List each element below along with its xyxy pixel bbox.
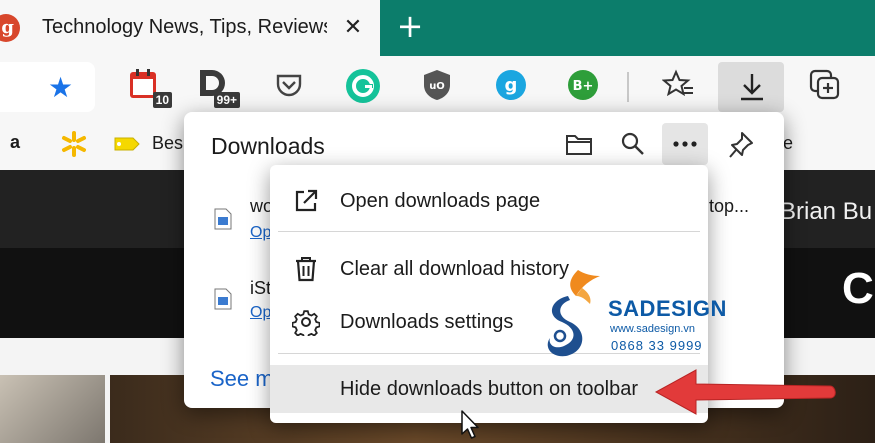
grammarly-icon[interactable] [345,68,380,103]
search-downloads-button[interactable] [610,123,656,165]
tag-icon [113,134,141,159]
star-list-icon[interactable] [661,68,696,102]
toolbar-separator [627,72,629,102]
calendar-extension-icon[interactable]: 10 [128,68,172,108]
download-arrow-icon [741,74,763,101]
d-extension-icon[interactable]: 99+ [196,68,240,108]
ublock-icon[interactable]: uO [420,68,454,102]
new-tab-button[interactable]: + [395,10,425,42]
open-folder-button[interactable] [556,123,602,165]
browser-toolbar: ★ 10 99+ uO g B+ [0,56,875,118]
see-more-link[interactable]: See m [210,366,274,392]
add-collection-icon[interactable] [808,68,842,102]
favorite-best[interactable]: Bes [152,133,183,154]
tab-strip: g Technology News, Tips, Reviews, ✕ + [0,0,875,56]
downloads-title: Downloads [211,133,325,159]
star-icon[interactable]: ★ [48,74,73,102]
menu-separator [278,231,700,232]
address-bar[interactable]: ★ [0,62,95,112]
close-tab-icon[interactable]: ✕ [340,14,366,40]
gear-icon [292,310,320,336]
menu-open-downloads-page[interactable]: Open downloads page [270,177,708,225]
pocket-icon[interactable] [272,68,306,102]
page-big-letter: C [842,264,874,313]
file-image-icon [214,288,232,310]
download-item-name-tail: top... [709,196,750,216]
active-tab[interactable]: g Technology News, Tips, Reviews, ✕ [0,0,380,56]
pin-flyout-button[interactable] [718,123,764,165]
sadesign-watermark: SADESIGN www.sadesign.vn 0868 33 9999 [538,266,726,361]
svg-text:g: g [505,75,518,96]
extension-badge: 10 [152,92,172,108]
menu-label: Clear all download history [340,258,570,280]
trash-icon [296,257,316,282]
menu-label: Hide downloads button on toolbar [340,378,638,400]
open-external-icon [295,189,318,212]
open-file-link[interactable]: Op [250,304,271,322]
file-image-icon [214,208,232,230]
page-author-text: Brian Bu [780,198,873,225]
favorite-tail[interactable]: e [783,133,793,154]
g-extension-icon[interactable]: g [494,68,528,102]
site-favicon-icon: g [0,14,20,42]
svg-text:B+: B+ [573,79,594,94]
downloads-button[interactable] [718,62,784,112]
article-thumbnail[interactable] [0,375,105,443]
annotation-arrow-icon [654,369,836,415]
menu-label: Downloads settings [340,311,514,333]
b-plus-icon[interactable]: B+ [566,68,600,102]
mouse-cursor-icon [461,410,479,439]
menu-hide-downloads-button[interactable]: Hide downloads button on toolbar [270,365,708,413]
svg-text:uO: uO [429,81,445,92]
folder-icon [566,135,592,155]
more-options-button[interactable] [662,123,708,165]
sadesign-logo-icon [547,270,600,357]
extension-badge: 99+ [213,92,240,108]
tab-title: Technology News, Tips, Reviews, [42,16,327,38]
download-item-name[interactable]: iSt [250,278,271,299]
watermark-brand: SADESIGN [608,296,727,321]
watermark-site: www.sadesign.vn [610,323,695,335]
more-dots-icon [673,141,697,147]
search-icon [621,132,644,155]
menu-label: Open downloads page [340,190,541,212]
pin-icon [729,132,753,158]
walmart-spark-icon[interactable] [60,130,88,163]
watermark-phone: 0868 33 9999 [611,338,703,353]
open-file-link[interactable]: Op [250,224,271,242]
favorite-amazon[interactable]: a [10,132,20,153]
